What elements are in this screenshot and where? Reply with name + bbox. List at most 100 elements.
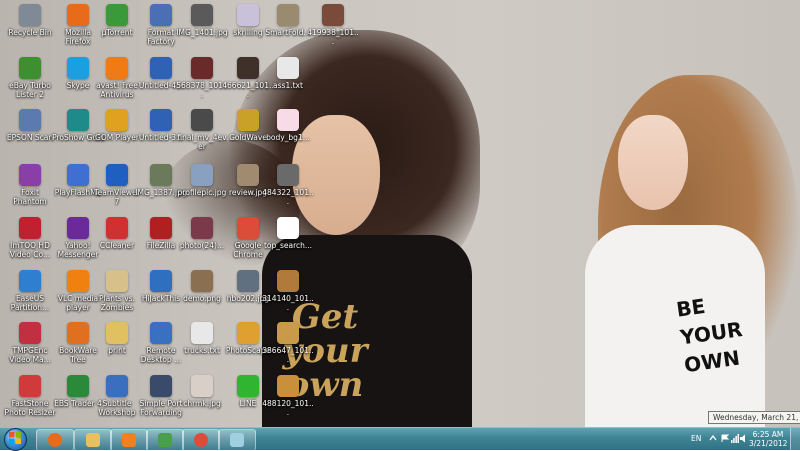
chrome-taskbar-button[interactable] <box>182 429 220 451</box>
epson-icon <box>19 109 41 131</box>
desktop-icon[interactable]: ImTOO HD Video Co... <box>4 217 56 277</box>
desktop-icon[interactable]: eBay Turbo Lister 2 <box>4 57 56 117</box>
desktop-icon-label: Recycle Bin <box>8 28 52 37</box>
text-file-icon <box>277 57 299 79</box>
folder-icon <box>86 433 100 447</box>
firefox-taskbar-button[interactable] <box>36 429 74 451</box>
clock[interactable]: 6:25 AM 3/21/2012 <box>749 430 787 448</box>
wallpaper-face-right <box>618 115 688 210</box>
action-center-flag-icon[interactable] <box>721 434 729 443</box>
photoscape-icon <box>237 322 259 344</box>
desktop-icon[interactable]: Foxit Phantom <box>4 164 56 224</box>
avast-icon <box>106 57 128 79</box>
image-file-icon <box>277 164 299 186</box>
chrome-icon <box>194 433 208 447</box>
desktop-icon[interactable]: 419938_101... <box>307 4 359 64</box>
desktop-icon-label: chrmk.jpg <box>183 399 221 408</box>
gom-player-icon <box>106 109 128 131</box>
desktop-icon[interactable]: 488120_101... <box>262 375 314 427</box>
yahoo-icon <box>67 217 89 239</box>
desktop-icon-label: EaseUS Partition... <box>10 294 50 312</box>
desktop-icon[interactable]: profilepic.jpg <box>176 164 228 224</box>
network-signal-icon[interactable] <box>731 434 739 443</box>
language-indicator[interactable]: EN <box>691 434 701 443</box>
desktop-icon-label: top_search... <box>263 241 313 250</box>
desktop-icon[interactable]: trucks.txt <box>176 322 228 382</box>
bookware-icon <box>67 322 89 344</box>
desktop-wallpaper[interactable]: Get your own BE YOUR OWN Recycle Bin eBay… <box>0 0 800 427</box>
remote-desktop-icon <box>150 322 172 344</box>
image-file-icon <box>191 217 213 239</box>
start-button[interactable] <box>2 428 28 451</box>
pvz-icon <box>106 270 128 292</box>
image-file-icon <box>191 164 213 186</box>
explorer-taskbar-button[interactable] <box>74 429 112 451</box>
show-hidden-icons-icon[interactable] <box>709 434 717 443</box>
desktop-icon-label: FastStone Photo Resizer <box>4 399 56 417</box>
desktop-icon[interactable]: TMPGEnc Video Ma... <box>4 322 56 382</box>
image-file-icon <box>191 270 213 292</box>
image-file-icon <box>191 375 213 397</box>
image-file-icon <box>237 57 259 79</box>
desktop-icon-label: ImTOO HD Video Co... <box>9 241 51 259</box>
desktop-icon-label: 568378_101... <box>176 81 228 99</box>
image-file-icon <box>277 217 299 239</box>
network-taskbar-button[interactable] <box>146 429 184 451</box>
ebs-icon <box>67 375 89 397</box>
text-file-icon <box>191 322 213 344</box>
desktop-icon-label: eBay Turbo Lister 2 <box>9 81 51 99</box>
image-file-icon <box>277 375 299 397</box>
desktop-icon-label: TMPGEnc Video Ma... <box>9 346 51 364</box>
desktop-icon[interactable]: Recycle Bin <box>4 4 56 64</box>
format-factory-icon <box>150 4 172 26</box>
ebay-icon <box>19 57 41 79</box>
desktop-icon[interactable]: final_mv_4ever <box>176 109 228 169</box>
network-icon <box>158 433 172 447</box>
desktop-icon[interactable]: 484322_101... <box>262 164 314 224</box>
desktop-icon[interactable]: FastStone Photo Resizer <box>4 375 56 427</box>
desktop-icon[interactable]: 386647_101... <box>262 322 314 382</box>
image-file-icon <box>191 4 213 26</box>
image-file-icon <box>237 164 259 186</box>
imtoo-icon <box>19 217 41 239</box>
show-desktop-button[interactable] <box>790 428 800 450</box>
desktop-icon-label: Foxit Phantom <box>13 188 47 206</box>
vlc-icon <box>67 270 89 292</box>
desktop-icon[interactable]: ass1.txt <box>262 57 314 117</box>
desktop-icon[interactable]: photo(24)... <box>176 217 228 277</box>
desktop-icon[interactable]: demo.png <box>176 270 228 330</box>
hijackthis-icon <box>150 270 172 292</box>
desktop-icon[interactable]: body_bg1... <box>262 109 314 169</box>
skype-icon <box>67 57 89 79</box>
window-taskbar-button[interactable] <box>218 429 256 451</box>
clock-date: 3/21/2012 <box>749 439 788 448</box>
desktop-icon-label: 419938_101... <box>307 28 359 46</box>
media-player-taskbar-button[interactable] <box>110 429 148 451</box>
desktop-icon-label: 484322_101... <box>262 188 314 206</box>
image-file-icon <box>150 164 172 186</box>
image-file-icon <box>191 57 213 79</box>
photoshop-icon <box>150 57 172 79</box>
folder-icon <box>106 322 128 344</box>
desktop-icon-label: trucks.txt <box>184 346 220 355</box>
firefox-icon <box>48 433 62 447</box>
image-file-icon <box>277 322 299 344</box>
desktop-icon[interactable]: 568378_101... <box>176 57 228 117</box>
subtitle-icon <box>106 375 128 397</box>
desktop-icon-label: profilepic.jpg <box>177 188 227 197</box>
desktop-icon[interactable]: chrmk.jpg <box>176 375 228 427</box>
line-icon <box>237 375 259 397</box>
window-icon <box>230 433 244 447</box>
ccleaner-icon <box>106 217 128 239</box>
desktop-icon[interactable]: top_search... <box>262 217 314 277</box>
image-file-icon <box>277 270 299 292</box>
desktop-icon[interactable]: EaseUS Partition... <box>4 270 56 330</box>
desktop-icon[interactable]: 314140_101... <box>262 270 314 330</box>
media-player-icon <box>122 433 136 447</box>
windows-logo-icon <box>9 432 21 444</box>
recycle-bin-icon <box>19 4 41 26</box>
easeus-icon <box>19 270 41 292</box>
desktop-icon[interactable]: EPSON Scan <box>4 109 56 169</box>
desktop-icon[interactable]: IMG_1401.jpg <box>176 4 228 64</box>
volume-icon[interactable] <box>740 434 748 443</box>
